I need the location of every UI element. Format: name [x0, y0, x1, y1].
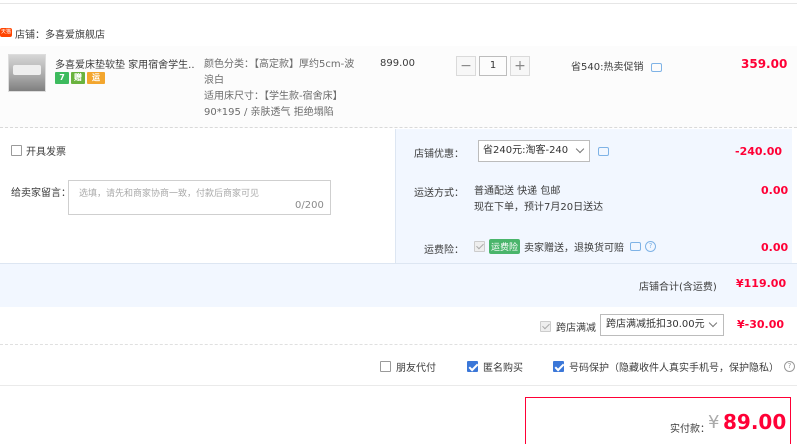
number-protect-option[interactable]: 号码保护（隐藏收件人真实手机号，保护隐私） ?: [553, 359, 795, 374]
invoice-option[interactable]: 开具发票: [11, 143, 66, 158]
product-thumbnail[interactable]: [8, 54, 46, 92]
cross-store-checkbox: [540, 321, 551, 332]
friend-pay-label: 朋友代付: [396, 363, 436, 374]
invoice-checkbox[interactable]: [11, 145, 22, 156]
shipping-method: 普通配送 快递 包邮: [474, 186, 561, 197]
anonymous-label: 匿名购买: [483, 363, 523, 374]
shop-discount-amount: -240.00: [735, 145, 783, 158]
chat-icon[interactable]: [630, 242, 642, 251]
service-icons: 7 赠 运: [55, 72, 105, 84]
friend-pay-checkbox[interactable]: [380, 361, 391, 372]
shipping-eta: 现在下单，预计7月20日送达: [474, 202, 604, 213]
message-char-count: 0/200: [295, 200, 324, 211]
cross-store-label: 跨店满减: [556, 323, 596, 334]
insurance-checkbox: [474, 241, 485, 252]
message-label: 给卖家留言：: [11, 188, 71, 199]
cross-store-select[interactable]: 跨店满减抵扣30.00元: [600, 314, 724, 336]
unit-price: 899.00: [380, 58, 415, 69]
promo-info: 省540:热卖促销: [571, 58, 662, 73]
shop-total-label: 店铺合计(含运费): [639, 282, 717, 293]
payment-currency: ¥: [708, 412, 720, 433]
invoice-label: 开具发票: [26, 147, 66, 158]
chat-icon[interactable]: [598, 147, 609, 156]
sku-size: 适用床尺寸：【学生款-宿舍床】90*195 / 亲肤透气 拒绝塌陷: [204, 91, 343, 118]
promo-text: 省540:热卖促销: [571, 62, 644, 73]
chat-icon[interactable]: [650, 62, 662, 72]
friend-pay-option[interactable]: 朋友代付: [380, 359, 436, 374]
shipping-info: 普通配送 快递 包邮 现在下单，预计7月20日送达: [474, 184, 603, 216]
shop-total-amount: ¥119.00: [736, 277, 787, 290]
shipping-insurance-icon[interactable]: 运: [87, 72, 105, 84]
shipping-label: 运送方式：: [414, 188, 464, 199]
shop-name[interactable]: 店铺：多喜爱旗舰店: [15, 26, 105, 41]
number-protect-label: 号码保护（隐藏收件人真实手机号，保护隐私）: [569, 363, 779, 374]
quantity-stepper: − 1 +: [456, 56, 530, 76]
payment-label: 实付款：: [670, 424, 710, 435]
insurance-amount: 0.00: [761, 241, 789, 254]
7-day-return-icon[interactable]: 7: [55, 72, 69, 84]
gift-icon[interactable]: 赠: [71, 72, 85, 84]
insurance-label: 运费险：: [424, 245, 464, 256]
shop-discount-label: 店铺优惠：: [414, 149, 464, 160]
product-title[interactable]: 多喜爱床垫软垫 家用宿舍学生...: [55, 56, 195, 71]
sku-color: 颜色分类：【高定款】厚约5cm-波浪白: [204, 59, 355, 86]
help-icon[interactable]: ?: [784, 361, 795, 372]
shop-discount-select[interactable]: 省240元:淘客-240: [478, 140, 590, 162]
anonymous-option[interactable]: 匿名购买: [467, 359, 523, 374]
shipping-amount: 0.00: [761, 184, 789, 197]
question-icon[interactable]: ?: [645, 241, 657, 252]
payment-amount: 89.00: [723, 410, 787, 434]
qty-minus-button[interactable]: −: [456, 56, 476, 76]
qty-plus-button[interactable]: +: [510, 56, 530, 76]
tmall-badge-icon: 天猫: [0, 28, 12, 37]
header-divider: [0, 0, 797, 4]
message-placeholder: 选填，请先和商家协商一致，付款后商家可见: [79, 189, 260, 199]
anonymous-checkbox[interactable]: [467, 361, 478, 372]
cross-store-option: 跨店满减: [540, 319, 596, 334]
insurance-text: 卖家赠送，退换货可赔: [524, 243, 625, 254]
sku-info: 颜色分类：【高定款】厚约5cm-波浪白 适用床尺寸：【学生款-宿舍床】90*19…: [204, 57, 364, 121]
qty-input[interactable]: 1: [479, 56, 507, 76]
item-subtotal: 359.00: [741, 57, 788, 71]
cross-store-amount: ¥-30.00: [737, 318, 785, 331]
cross-store-value: 跨店满减抵扣30.00元: [606, 319, 705, 330]
number-protect-checkbox[interactable]: [553, 361, 564, 372]
shop-discount-value: 省240元:淘客-240: [483, 145, 569, 156]
insurance-info: 运费险 卖家赠送，退换货可赔 ?: [474, 239, 657, 254]
chevron-down-icon: [708, 318, 718, 328]
insurance-tag: 运费险: [489, 239, 521, 254]
chevron-down-icon: [575, 144, 585, 154]
